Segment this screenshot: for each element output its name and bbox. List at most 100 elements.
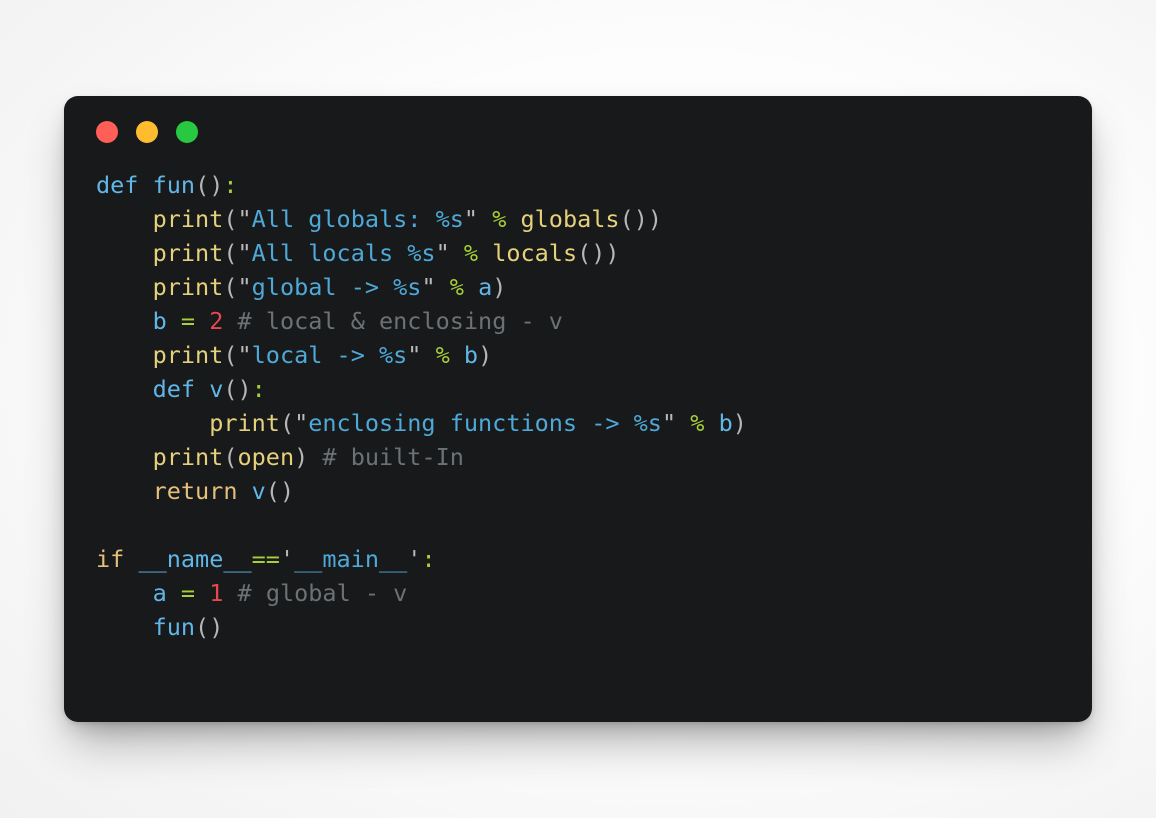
token-function-call-v: v [251, 477, 266, 505]
token-double-quote: " [463, 205, 479, 233]
code-line: return v() [96, 474, 1092, 508]
token-double-quote: " [237, 239, 252, 267]
token-colon: : [421, 545, 436, 573]
token-paren-open: ( [265, 477, 280, 505]
code-editor-area[interactable]: def fun(): print("All globals: %s" % glo… [64, 168, 1092, 644]
code-line: def fun(): [96, 168, 1092, 202]
close-button-icon[interactable] [96, 121, 118, 143]
code-snippet-window: def fun(): print("All globals: %s" % glo… [64, 96, 1092, 722]
token-operator-equality: == [251, 545, 280, 573]
token-double-quote: " [237, 341, 252, 369]
token-variable-a: a [478, 273, 493, 301]
token-paren-open: ( [223, 239, 238, 267]
token-builtin-print: print [152, 273, 224, 301]
token-paren-open: ( [223, 341, 238, 369]
token-paren-close: ) [732, 409, 747, 437]
token-colon: : [251, 375, 266, 403]
token-string-all-locals: All locals %s [251, 239, 436, 267]
code-line: if __name__=='__main__': [96, 542, 1092, 576]
token-builtin-print: print [152, 443, 224, 471]
token-paren-open: ( [195, 171, 210, 199]
token-double-quote: " [435, 239, 450, 267]
token-paren-close: ) [279, 477, 295, 505]
token-operator-percent: % [463, 239, 479, 267]
token-operator-percent: % [492, 205, 507, 233]
code-line: print("enclosing functions -> %s" % b) [96, 406, 1092, 440]
token-variable-b: b [152, 307, 167, 335]
code-line: print("All locals %s" % locals()) [96, 236, 1092, 270]
code-line: fun() [96, 610, 1092, 644]
token-string-local: local -> %s [251, 341, 408, 369]
token-paren-open: ( [223, 205, 238, 233]
token-paren-close: ) [294, 443, 309, 471]
token-double-quote: " [237, 205, 252, 233]
token-double-quote: " [294, 409, 309, 437]
token-keyword-def: def [96, 171, 139, 199]
token-keyword-def: def [152, 375, 196, 403]
code-line: b = 2 # local & enclosing - v [96, 304, 1092, 338]
token-variable-b: b [718, 409, 733, 437]
token-double-quote: " [407, 341, 422, 369]
token-builtin-print: print [152, 341, 224, 369]
token-keyword-return: return [152, 477, 238, 505]
token-keyword-if: if [96, 545, 125, 573]
token-builtin-print: print [152, 205, 224, 233]
token-builtin-locals: locals [492, 239, 578, 267]
token-single-quote: ' [407, 545, 422, 573]
token-string-all-globals: All globals: %s [251, 205, 464, 233]
token-dunder-name: __name__ [138, 545, 252, 573]
token-string-main: __main__ [294, 545, 408, 573]
page-background: def fun(): print("All globals: %s" % glo… [0, 0, 1156, 818]
token-paren-open: ( [279, 409, 295, 437]
token-single-quote: ' [279, 545, 295, 573]
token-builtin-print: print [209, 409, 280, 437]
token-paren-close-double: )) [591, 239, 620, 267]
token-operator-assign: = [180, 307, 196, 335]
token-paren-close: ) [478, 341, 493, 369]
token-paren-open: ( [223, 273, 238, 301]
maximize-button-icon[interactable] [176, 121, 198, 143]
token-double-quote: " [237, 273, 252, 301]
token-comment-global: # global - v [237, 579, 408, 607]
code-line: a = 1 # global - v [96, 576, 1092, 610]
python-code-block[interactable]: def fun(): print("All globals: %s" % glo… [96, 168, 1092, 644]
token-number-two: 2 [209, 307, 224, 335]
traffic-light-controls [96, 121, 198, 143]
token-paren-close-double: )) [633, 205, 663, 233]
token-variable-b: b [463, 341, 479, 369]
code-line: print("All globals: %s" % globals()) [96, 202, 1092, 236]
token-number-one: 1 [209, 579, 224, 607]
token-string-enclosing: enclosing functions -> %s [308, 409, 662, 437]
token-builtin-globals: globals [520, 205, 620, 233]
code-line: print("global -> %s" % a) [96, 270, 1092, 304]
token-string-global: global -> %s [251, 273, 422, 301]
token-paren-open: ( [577, 239, 592, 267]
token-paren-open: ( [619, 205, 634, 233]
token-function-name-fun: fun [152, 171, 196, 199]
token-paren-close: ) [209, 171, 224, 199]
token-variable-a: a [152, 579, 167, 607]
token-paren-open: ( [223, 375, 238, 403]
token-operator-assign: = [180, 579, 196, 607]
token-paren-close: ) [237, 375, 252, 403]
token-builtin-print: print [152, 239, 224, 267]
token-function-name-v: v [209, 375, 224, 403]
minimize-button-icon[interactable] [136, 121, 158, 143]
token-operator-percent: % [449, 273, 464, 301]
token-double-quote: " [421, 273, 436, 301]
token-double-quote: " [661, 409, 677, 437]
token-colon: : [223, 171, 238, 199]
code-line: print("local -> %s" % b) [96, 338, 1092, 372]
window-titlebar [64, 96, 1092, 168]
code-line: print(open) # built-In [96, 440, 1092, 474]
token-paren-close: ) [209, 613, 224, 641]
token-operator-percent: % [690, 409, 705, 437]
token-function-call-fun: fun [152, 613, 196, 641]
token-operator-percent: % [435, 341, 450, 369]
token-paren-open: ( [223, 443, 238, 471]
code-line: def v(): [96, 372, 1092, 406]
token-paren-open: ( [195, 613, 210, 641]
token-builtin-open: open [237, 443, 295, 471]
token-paren-close: ) [492, 273, 507, 301]
